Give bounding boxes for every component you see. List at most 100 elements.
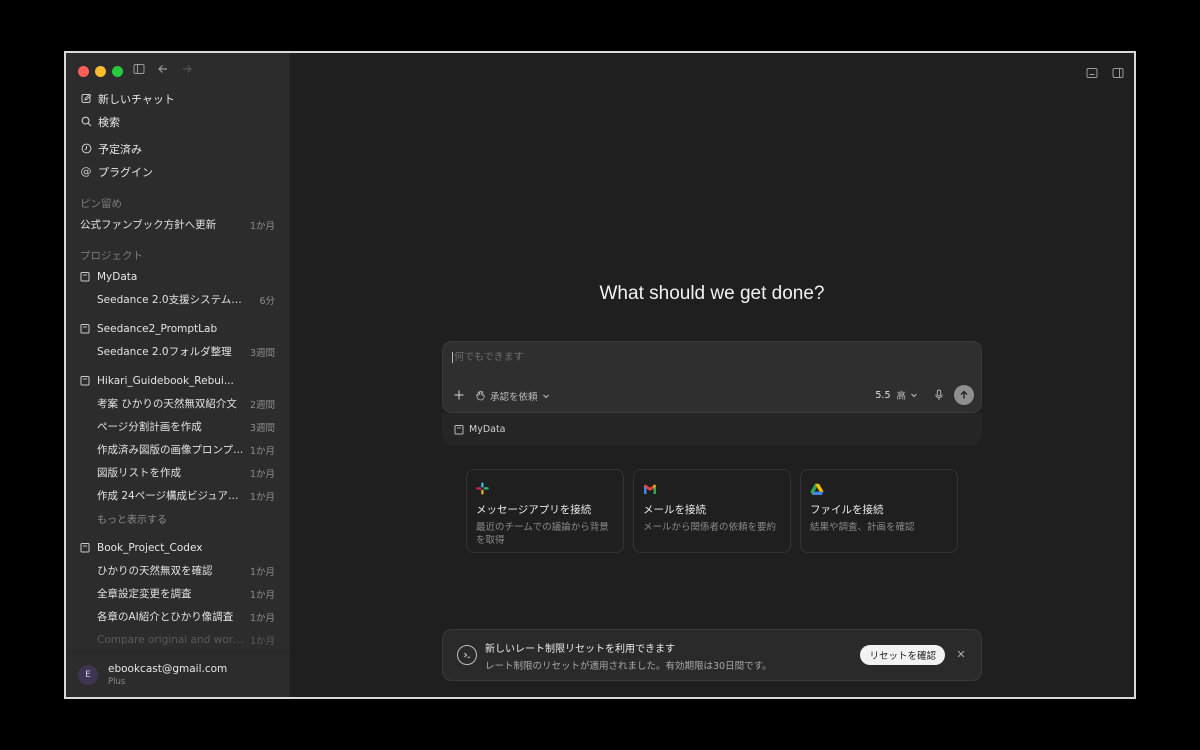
- close-window-button[interactable]: [78, 66, 89, 77]
- sidebar-nav: 新しいチャット 検索 予定済み @ プラグイン: [66, 87, 289, 183]
- nav-scheduled[interactable]: 予定済み: [66, 137, 289, 160]
- thread-age: 1か月: [249, 491, 275, 503]
- back-arrow-icon[interactable]: [156, 62, 170, 76]
- maximize-window-button[interactable]: [112, 66, 123, 77]
- account-email: ebookcast@gmail.com: [108, 662, 228, 675]
- connect-files-card[interactable]: ファイルを接続 結果や調査、計画を確認: [800, 469, 958, 553]
- thread-label: Seedance 2.0フォルダ整理: [97, 346, 232, 358]
- folder-icon: [80, 542, 92, 554]
- gmail-icon: [643, 480, 781, 494]
- sidebar-list: ピン留め 公式ファンブック方針へ更新 1か月 プロジェクト MyData See…: [66, 193, 289, 651]
- thread-age: 1か月: [249, 612, 275, 624]
- pinned-item-age: 1か月: [249, 220, 275, 232]
- thread-label: 各章のAI紹介とひかり像調査: [97, 611, 234, 623]
- banner-title: 新しいレート制限リセットを利用できます: [485, 644, 675, 655]
- thread-item[interactable]: ひかりの天然無双を確認 1か月: [66, 559, 289, 582]
- nav-plugins-label: プラグイン: [98, 165, 153, 179]
- model-selector[interactable]: 5.5 高: [875, 388, 918, 402]
- thread-item[interactable]: 全章設定変更を調査 1か月: [66, 582, 289, 605]
- thread-item[interactable]: ページ分割計画を作成 3週間: [66, 415, 289, 438]
- chevron-down-icon: [911, 393, 917, 398]
- composer-right-controls: 5.5 高: [875, 385, 974, 405]
- thread-label: 作成 24ページ構成ビジュアル...: [97, 490, 244, 502]
- project-seedance2-promptlab[interactable]: Seedance2_PromptLab: [66, 317, 289, 340]
- search-icon: [80, 116, 92, 128]
- window-controls: [78, 66, 123, 77]
- app-window: 新しいチャット 検索 予定済み @ プラグイン ピン留め 公式ファンブック方針へ…: [64, 51, 1136, 699]
- project-context-bar[interactable]: MyData: [442, 413, 982, 445]
- approval-mode-button[interactable]: 承認を依頼: [475, 389, 550, 403]
- connect-messaging-card[interactable]: メッセージアプリを接続 最近のチームでの議論から背景を取得: [466, 469, 624, 553]
- thread-item[interactable]: 考案 ひかりの天然無双紹介文 2週間: [66, 392, 289, 415]
- thread-age: 6分: [259, 295, 275, 307]
- thread-item[interactable]: 図版リストを作成 1か月: [66, 461, 289, 484]
- pinned-item[interactable]: 公式ファンブック方針へ更新 1か月: [66, 213, 289, 236]
- account-plan: Plus: [108, 676, 126, 687]
- nav-plugins[interactable]: @ プラグイン: [66, 160, 289, 183]
- thread-age: 1か月: [249, 589, 275, 601]
- add-attachment-button[interactable]: [453, 386, 465, 405]
- thread-item[interactable]: 作成 24ページ構成ビジュアル... 1か月: [66, 484, 289, 507]
- card-title: メールを接続: [643, 504, 706, 516]
- project-name: Hikari_Guidebook_Rebui...: [97, 374, 234, 387]
- forward-arrow-icon[interactable]: [180, 62, 194, 76]
- project-hikari-guidebook[interactable]: Hikari_Guidebook_Rebui...: [66, 369, 289, 392]
- avatar: E: [78, 664, 98, 685]
- thread-item[interactable]: 各章のAI紹介とひかり像調査 1か月: [66, 605, 289, 628]
- close-icon[interactable]: ✕: [954, 647, 968, 661]
- folder-icon: [80, 323, 92, 335]
- thread-age: 1か月: [249, 468, 275, 480]
- microphone-icon[interactable]: [934, 386, 944, 405]
- project-book-project-codex[interactable]: Book_Project_Codex: [66, 536, 289, 559]
- page-title: What should we get done?: [599, 283, 825, 304]
- composer-left-controls: 承認を依頼: [453, 386, 550, 405]
- project-name: MyData: [97, 270, 138, 283]
- thread-item[interactable]: Compare original and workin... 1か月: [66, 628, 289, 651]
- project-mydata[interactable]: MyData: [66, 265, 289, 288]
- account-menu[interactable]: E ebookcast@gmail.com Plus: [66, 651, 289, 697]
- thread-age: 2週間: [249, 399, 275, 411]
- thread-age: 1か月: [249, 566, 275, 578]
- show-more-link[interactable]: もっと表示する: [66, 507, 289, 530]
- thread-label: ひかりの天然無双を確認: [97, 565, 213, 577]
- minimize-window-button[interactable]: [95, 66, 106, 77]
- chevron-down-icon: [542, 394, 549, 398]
- at-icon: @: [80, 165, 92, 178]
- main-panel: What should we get done? 承認を依頼 5.5 高: [290, 53, 1134, 697]
- right-panel-toggle-icon[interactable]: [1112, 64, 1124, 83]
- confirm-reset-button[interactable]: リセットを確認: [860, 645, 945, 665]
- thread-label: 図版リストを作成: [97, 467, 181, 479]
- effort-label: 高: [896, 391, 906, 402]
- terminal-panel-icon[interactable]: [1086, 64, 1098, 83]
- nav-scheduled-label: 予定済み: [98, 142, 142, 156]
- thread-age: 3週間: [249, 422, 275, 434]
- project-name: Seedance2_PromptLab: [97, 322, 218, 335]
- card-description: メールから関係者の依頼を要約: [643, 522, 777, 533]
- titlebar-icons: [132, 62, 194, 76]
- thread-label: Seedance 2.0支援システム作成: [97, 294, 247, 306]
- composer: 承認を依頼 5.5 高: [442, 341, 982, 413]
- thread-item[interactable]: Seedance 2.0フォルダ整理 3週間: [66, 340, 289, 363]
- nav-search[interactable]: 検索: [66, 110, 289, 133]
- card-description: 最近のチームでの議論から背景を取得: [476, 522, 609, 546]
- nav-new-chat[interactable]: 新しいチャット: [66, 87, 289, 110]
- thread-item[interactable]: Seedance 2.0支援システム作成 6分: [66, 288, 289, 311]
- project-name: Book_Project_Codex: [97, 541, 203, 554]
- connect-mail-card[interactable]: メールを接続 メールから関係者の依頼を要約: [633, 469, 791, 553]
- prompt-input[interactable]: [452, 352, 932, 363]
- folder-icon: [454, 424, 464, 435]
- thread-age: 3週間: [249, 347, 275, 359]
- card-title: メッセージアプリを接続: [476, 504, 592, 516]
- send-button[interactable]: [954, 385, 974, 405]
- sidebar-toggle-icon[interactable]: [132, 62, 146, 76]
- thread-age: 1か月: [249, 635, 275, 647]
- banner-text: レート制限のリセットが適用されました。有効期限は30日間です。: [485, 661, 772, 672]
- top-right-controls: [1086, 64, 1124, 83]
- codex-icon: [457, 645, 477, 665]
- card-description: 結果や調査、計画を確認: [810, 522, 915, 533]
- compose-icon: [80, 93, 92, 105]
- projects-section-label: プロジェクト: [80, 249, 143, 262]
- thread-item[interactable]: 作成済み図版の画像プロンプ... 1か月: [66, 438, 289, 461]
- card-title: ファイルを接続: [810, 504, 884, 516]
- nav-new-chat-label: 新しいチャット: [98, 92, 175, 106]
